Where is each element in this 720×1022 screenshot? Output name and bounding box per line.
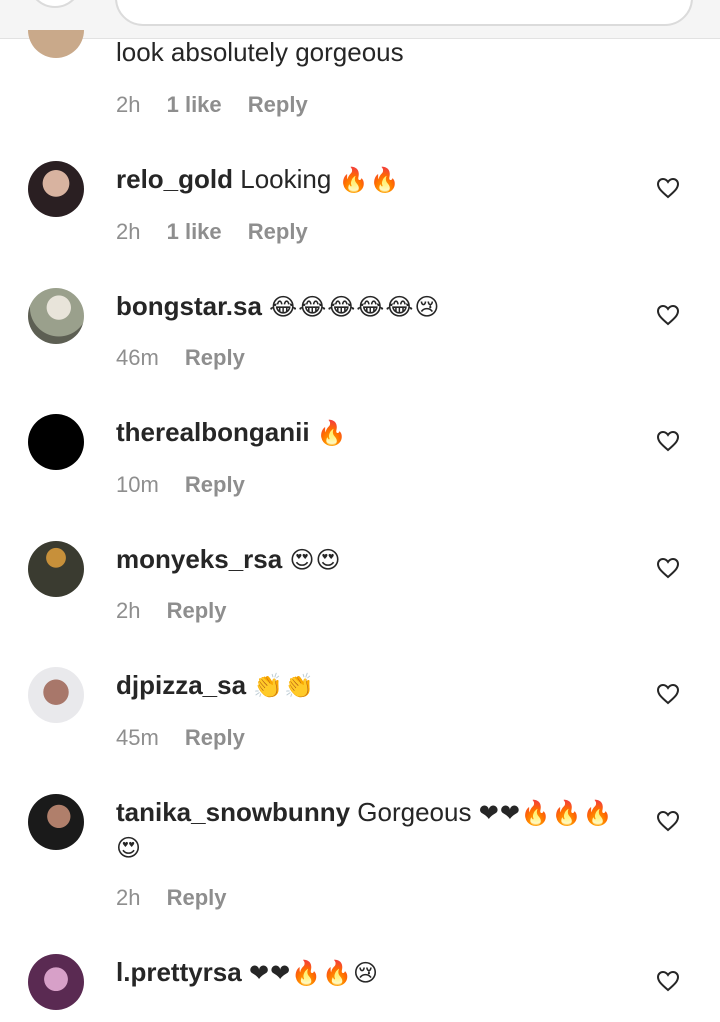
comment-time: 2h [116,219,141,244]
avatar[interactable] [28,161,84,217]
comment-time: 2h [116,92,141,117]
comment-text-line: bongstar.sa 😂😂😂😂😂😢 [116,288,440,325]
comment-text: Gorgeous [357,797,472,827]
heart-icon[interactable] [656,683,680,705]
heart-icon[interactable] [656,557,680,579]
username[interactable]: djpizza_sa [116,670,246,700]
username[interactable]: l.prettyrsa [116,957,242,987]
comment-emoji: 😂😂😂😂😂😢 [269,293,441,321]
current-user-avatar [28,0,82,8]
comment-text-line: tanika_snowbunny Gorgeous ❤❤🔥🔥🔥 [116,794,614,831]
heart-icon[interactable] [656,177,680,199]
comment-meta: 2h 1 like Reply [116,219,308,245]
comment-emoji: 🔥🔥 [338,166,401,194]
comment-text-line: therealbonganii 🔥 [116,414,348,451]
reply-button[interactable]: Reply [248,92,308,117]
comment-emoji: 😍 [116,834,143,862]
comment-time: 10m [116,472,159,497]
comment-text-line: relo_gold Looking 🔥🔥 [116,161,400,198]
comment-text-line: djpizza_sa 👏👏 [116,667,315,704]
avatar[interactable] [28,414,84,470]
reply-button[interactable]: Reply [167,598,227,623]
comment-meta: 2h Reply [116,885,227,911]
heart-icon[interactable] [656,970,680,992]
comment-emoji: ❤❤🔥🔥🔥 [478,799,614,827]
heart-icon[interactable] [656,430,680,452]
comment-time: 2h [116,598,141,623]
avatar[interactable] [28,30,84,58]
username[interactable]: therealbonganii [116,417,310,447]
avatar[interactable] [28,667,84,723]
like-count[interactable]: 1 like [167,92,222,117]
reply-button[interactable]: Reply [185,472,245,497]
comment-meta: 2h 1 like Reply [116,92,308,118]
comment-time: 45m [116,725,159,750]
heart-icon[interactable] [656,810,680,832]
username[interactable]: tanika_snowbunny [116,797,350,827]
username[interactable]: monyeks_rsa [116,544,282,574]
comment-input[interactable] [115,0,693,26]
comment-emoji: 😍😍 [289,546,342,574]
comment-text-line-2: 😍 [116,829,142,866]
avatar[interactable] [28,288,84,344]
comment-text-line: look absolutely gorgeous [116,34,404,70]
comment-meta: 45m Reply [116,725,245,751]
comment-text-line: monyeks_rsa 😍😍 [116,541,342,578]
avatar[interactable] [28,794,84,850]
comment-meta: 46m Reply [116,345,245,371]
comment-emoji: 🔥 [316,419,348,447]
comment-text: Looking [240,164,332,194]
username[interactable]: bongstar.sa [116,291,262,321]
comment-time: 2h [116,885,141,910]
avatar[interactable] [28,541,84,597]
reply-button[interactable]: Reply [185,725,245,750]
comment-text-line: l.prettyrsa ❤❤🔥🔥😢 [116,954,379,991]
comment-emoji: ❤❤🔥🔥😢 [248,959,379,987]
comment-text: look absolutely gorgeous [116,37,404,67]
like-count[interactable]: 1 like [167,219,222,244]
reply-button[interactable]: Reply [185,345,245,370]
comment-meta: 2h Reply [116,598,227,624]
reply-button[interactable]: Reply [167,885,227,910]
heart-icon[interactable] [656,304,680,326]
username[interactable]: relo_gold [116,164,233,194]
avatar[interactable] [28,954,84,1010]
comment-meta: 10m Reply [116,472,245,498]
reply-button[interactable]: Reply [248,219,308,244]
comment-time: 46m [116,345,159,370]
comment-emoji: 👏👏 [253,672,316,700]
